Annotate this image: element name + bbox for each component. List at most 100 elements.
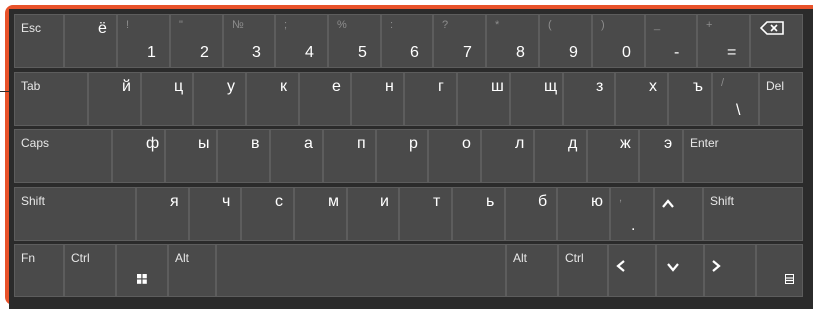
key-hard-sign[interactable]: ъ	[668, 72, 712, 126]
esc-key[interactable]: Esc	[14, 14, 64, 68]
key-label: Esc	[21, 21, 42, 35]
shift-symbol: ?	[442, 19, 449, 31]
key-u[interactable]: у	[193, 72, 246, 126]
key-character: 9	[569, 44, 578, 61]
key-7[interactable]: ? 7	[433, 14, 486, 68]
shift-symbol: _	[654, 19, 661, 31]
key-ts[interactable]: ц	[141, 72, 193, 126]
key-character: -	[674, 44, 680, 61]
key-4[interactable]: ; 4	[275, 14, 328, 68]
key-9[interactable]: (9	[539, 14, 592, 68]
shift-symbol: ,	[619, 192, 623, 204]
key-v[interactable]: в	[217, 129, 270, 183]
enter-key[interactable]: Enter	[683, 129, 803, 183]
key-ye[interactable]: е	[299, 72, 351, 126]
key-a[interactable]: а	[270, 129, 323, 183]
key-y[interactable]: ы	[165, 129, 217, 183]
key-r[interactable]: р	[376, 129, 428, 183]
key-character: 6	[410, 44, 419, 61]
key-character: ц	[174, 78, 184, 95]
arrow-down-key[interactable]	[656, 244, 704, 297]
key-6[interactable]: :6	[381, 14, 433, 68]
key-2[interactable]: " 2	[170, 14, 223, 68]
key-s[interactable]: с	[241, 187, 294, 241]
alt-left-key[interactable]: Alt	[168, 244, 216, 297]
key-backslash[interactable]: / \	[712, 72, 759, 126]
shift-right-key[interactable]: Shift	[703, 187, 803, 241]
arrow-right-key[interactable]	[704, 244, 756, 297]
key-y-short[interactable]: й	[88, 72, 141, 126]
key-t[interactable]: т	[399, 187, 452, 241]
key-character: д	[568, 135, 578, 152]
key-character: н	[385, 78, 394, 95]
key-1[interactable]: ! 1	[117, 14, 170, 68]
key-character: р	[409, 135, 418, 152]
del-key[interactable]: Del	[759, 72, 803, 126]
key-character: .	[631, 217, 636, 234]
key-f[interactable]: ф	[112, 129, 165, 183]
key-yo[interactable]: ё	[64, 14, 117, 68]
key-l[interactable]: л	[481, 129, 534, 183]
key-e[interactable]: э	[639, 129, 683, 183]
key-z[interactable]: з	[563, 72, 615, 126]
ctrl-left-key[interactable]: Ctrl	[64, 244, 116, 297]
keyboard-key[interactable]	[756, 244, 803, 297]
key-character: 3	[252, 44, 261, 61]
key-soft-sign[interactable]: ь	[452, 187, 505, 241]
key-p[interactable]: п	[323, 129, 376, 183]
key-n[interactable]: н	[351, 72, 404, 126]
key-ch[interactable]: ч	[189, 187, 241, 241]
key-character: с	[275, 193, 283, 210]
alt-right-key[interactable]: Alt	[506, 244, 558, 297]
key-period[interactable]: ,.	[610, 187, 654, 241]
key-3[interactable]: № 3	[223, 14, 275, 68]
key-b[interactable]: б	[505, 187, 557, 241]
key-0[interactable]: ) 0	[592, 14, 645, 68]
key-yu[interactable]: ю	[557, 187, 610, 241]
ctrl-right-key[interactable]: Ctrl	[558, 244, 608, 297]
arrow-left-icon	[616, 259, 625, 277]
backspace-key[interactable]	[750, 14, 803, 68]
key-g[interactable]: г	[404, 72, 457, 126]
key-minus[interactable]: _ -	[645, 14, 697, 68]
windows-key[interactable]	[116, 244, 168, 297]
key-ya[interactable]: я	[136, 187, 189, 241]
key-sh[interactable]: ш	[457, 72, 510, 126]
key-character: ч	[222, 193, 231, 210]
fn-key[interactable]: Fn	[14, 244, 64, 297]
key-character: з	[596, 78, 604, 95]
shift-left-key[interactable]: Shift	[14, 187, 136, 241]
shift-symbol: %	[337, 19, 347, 31]
key-character: х	[649, 78, 657, 95]
arrow-left-key[interactable]	[608, 244, 656, 297]
arrow-up-key[interactable]	[654, 187, 703, 241]
key-label: Ctrl	[71, 251, 90, 265]
space-key[interactable]	[216, 244, 506, 297]
caps-key[interactable]: Caps	[14, 129, 112, 183]
key-i[interactable]: и	[347, 187, 399, 241]
backspace-icon	[759, 21, 784, 40]
key-character: и	[380, 193, 389, 210]
shift-symbol: №	[232, 19, 244, 31]
key-kh[interactable]: х	[615, 72, 668, 126]
key-5[interactable]: % 5	[328, 14, 381, 68]
shift-symbol: :	[390, 19, 394, 31]
key-8[interactable]: * 8	[486, 14, 539, 68]
key-zh[interactable]: ж	[587, 129, 639, 183]
key-character: м	[328, 193, 339, 210]
key-equals[interactable]: + =	[697, 14, 750, 68]
key-label: Fn	[21, 251, 36, 265]
key-k[interactable]: к	[246, 72, 299, 126]
shift-symbol: !	[126, 19, 130, 31]
key-o[interactable]: о	[428, 129, 481, 183]
key-character: л	[515, 135, 525, 152]
key-shch[interactable]: щ	[510, 72, 563, 126]
tab-key[interactable]: Tab	[14, 72, 88, 126]
key-character: ы	[198, 135, 210, 152]
key-character: о	[462, 135, 471, 152]
shift-symbol: ;	[284, 19, 288, 31]
key-character: ж	[620, 135, 631, 152]
key-character: \	[736, 102, 741, 119]
key-m[interactable]: м	[294, 187, 347, 241]
key-d[interactable]: д	[534, 129, 587, 183]
